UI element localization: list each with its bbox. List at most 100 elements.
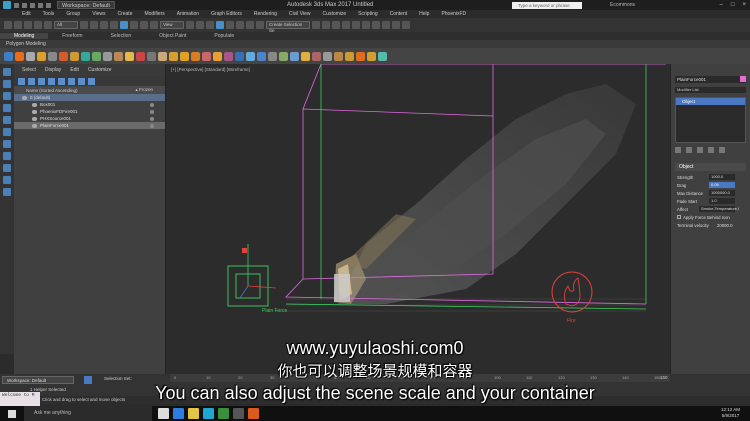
filter-lights-icon[interactable]: [38, 77, 45, 85]
redo-icon[interactable]: [14, 21, 22, 29]
source-box[interactable]: [334, 274, 350, 302]
list-item[interactable]: Box001: [14, 101, 165, 108]
object-color-swatch[interactable]: [740, 76, 746, 82]
app-icon[interactable]: [233, 408, 244, 419]
strength-spinner[interactable]: 1000.0: [709, 174, 735, 180]
align-icon[interactable]: [322, 21, 330, 29]
menu-edit[interactable]: Edit: [22, 11, 31, 17]
render-icon[interactable]: [402, 21, 410, 29]
plain-force-gizmo[interactable]: [227, 244, 277, 307]
curve-editor-icon[interactable]: [352, 21, 360, 29]
open-icon[interactable]: [22, 2, 27, 8]
ribbon-panel[interactable]: Polygon Modeling: [0, 40, 750, 48]
material-editor-icon[interactable]: [372, 21, 380, 29]
dust-icon[interactable]: [224, 51, 233, 61]
create-selection-set-dropdown[interactable]: Create Selection Se: [266, 21, 310, 33]
menu-modifiers[interactable]: Modifiers: [144, 11, 164, 17]
explorer-tab-edit[interactable]: Edit: [70, 67, 79, 73]
attractor-icon[interactable]: [114, 51, 123, 61]
explorer-tab-customize[interactable]: Customize: [88, 67, 112, 73]
phoenix-icon[interactable]: [4, 51, 13, 61]
wave-force-icon[interactable]: [257, 51, 266, 61]
stack-item-object[interactable]: Object: [676, 98, 745, 105]
vortex-icon[interactable]: [103, 51, 112, 61]
torch-icon[interactable]: [213, 51, 222, 61]
list-item[interactable]: 0 (default): [14, 94, 165, 101]
viewport-label[interactable]: [+] [Perspective] [Standard] [Wireframe]: [171, 67, 250, 72]
light-icon[interactable]: [367, 51, 376, 61]
liquid-sim-icon[interactable]: [26, 51, 35, 61]
undo-icon[interactable]: [38, 2, 43, 8]
wetmap-icon[interactable]: [202, 51, 211, 61]
select-icon[interactable]: [3, 68, 11, 76]
rectangle-selection-icon[interactable]: [100, 21, 108, 29]
filter-geometry-icon[interactable]: [18, 77, 25, 85]
menu-phoenixfd[interactable]: PhoenixFD: [441, 11, 466, 17]
object-rollout-title[interactable]: Object: [675, 163, 746, 171]
freeze-icon[interactable]: [3, 176, 11, 184]
menu-help[interactable]: Help: [419, 11, 429, 17]
layer-explorer-icon[interactable]: [332, 21, 340, 29]
sand-icon[interactable]: [158, 51, 167, 61]
fade-start-spinner[interactable]: 1.0: [709, 198, 735, 204]
hide-icon[interactable]: [3, 188, 11, 196]
utility-icon[interactable]: [3, 116, 11, 124]
camtasia-icon[interactable]: [218, 408, 229, 419]
drag-icon[interactable]: [136, 51, 145, 61]
menu-scripting[interactable]: Scripting: [358, 11, 377, 17]
eye-icon[interactable]: [32, 123, 37, 128]
menu-animation[interactable]: Animation: [177, 11, 199, 17]
select-by-name-icon[interactable]: [90, 21, 98, 29]
move-icon[interactable]: [120, 21, 128, 29]
particle-icon[interactable]: [48, 51, 57, 61]
taskbar-clock[interactable]: 12:12 AM 5/9/2017: [721, 407, 740, 419]
frozen-icon[interactable]: [150, 102, 154, 107]
configure-modifier-sets-icon[interactable]: [719, 147, 725, 153]
scale-icon[interactable]: [140, 21, 148, 29]
reference-coordinate-dropdown[interactable]: View: [160, 21, 184, 29]
grid-icon[interactable]: [334, 51, 343, 61]
frozen-icon[interactable]: [150, 123, 154, 128]
edge-icon[interactable]: [173, 408, 184, 419]
menu-civil-view[interactable]: Civil View: [289, 11, 311, 17]
link-icon[interactable]: [24, 21, 32, 29]
menu-group[interactable]: Group: [66, 11, 80, 17]
apply-force-checkbox[interactable]: [677, 215, 681, 219]
menu-create[interactable]: Create: [117, 11, 132, 17]
redo-icon[interactable]: [46, 2, 51, 8]
object-name-field[interactable]: PlainForce001: [675, 76, 746, 83]
follow-icon[interactable]: [268, 51, 277, 61]
app-icon[interactable]: [3, 1, 11, 9]
filter-helpers-icon[interactable]: [58, 77, 65, 85]
splash-icon[interactable]: [180, 51, 189, 61]
scene-explorer-icon[interactable]: [342, 21, 350, 29]
tab-selection[interactable]: Selection: [97, 33, 146, 39]
frozen-icon[interactable]: [150, 116, 154, 121]
eye-icon[interactable]: [32, 109, 37, 114]
menu-rendering[interactable]: Rendering: [254, 11, 277, 17]
remove-modifier-icon[interactable]: [708, 147, 714, 153]
fire-icon[interactable]: [551, 271, 593, 313]
place-icon[interactable]: [150, 21, 158, 29]
keyboard-shortcut-icon[interactable]: [206, 21, 214, 29]
app2-icon[interactable]: [248, 408, 259, 419]
source-icon[interactable]: [37, 51, 46, 61]
max-distance-spinner[interactable]: 1000000.0: [709, 190, 735, 196]
edit-named-selection-icon[interactable]: [256, 21, 264, 29]
cache-icon[interactable]: [290, 51, 299, 61]
modifier-list-dropdown[interactable]: Modifier List: [675, 87, 746, 93]
menu-content[interactable]: Content: [390, 11, 408, 17]
render-setup-icon[interactable]: [382, 21, 390, 29]
lock-icon[interactable]: [3, 164, 11, 172]
fire-smoke-sim-icon[interactable]: [15, 51, 24, 61]
make-unique-icon[interactable]: [697, 147, 703, 153]
new-icon[interactable]: [14, 2, 19, 8]
search-input[interactable]: Type a keyword or phrase: [512, 1, 582, 9]
maximize-button[interactable]: □: [731, 2, 735, 8]
menu-views[interactable]: Views: [92, 11, 105, 17]
undo-icon[interactable]: [4, 21, 12, 29]
motion-icon[interactable]: [3, 104, 11, 112]
explorer-tab-select[interactable]: Select: [22, 67, 36, 73]
3dsmax-icon[interactable]: [203, 408, 214, 419]
angle-snap-icon[interactable]: [226, 21, 234, 29]
